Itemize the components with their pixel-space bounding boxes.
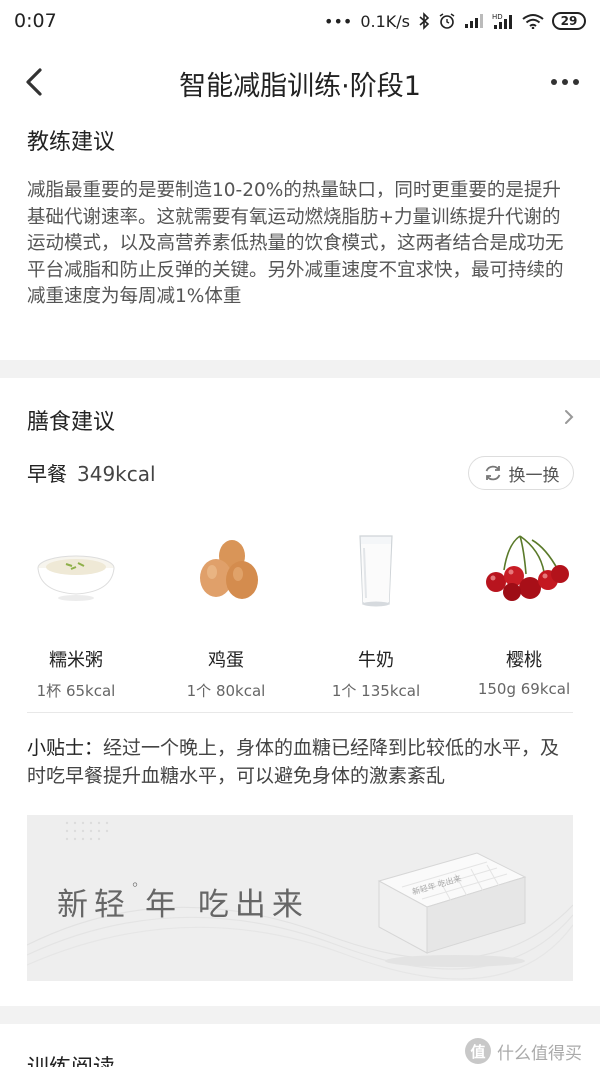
banner-slogan: 新轻°年 吃出来 [57, 879, 309, 924]
alarm-icon [439, 13, 455, 29]
promo-banner[interactable]: 新轻°年 吃出来 新轻年 吃出来 [27, 815, 573, 981]
back-button[interactable] [20, 64, 50, 100]
refresh-icon [485, 465, 500, 481]
section-divider [0, 360, 600, 378]
tip-label: 小贴士： [27, 737, 104, 759]
training-section-title: 训练阅读 [27, 1050, 115, 1067]
food-amount: 1杯 65kcal [36, 682, 116, 700]
milk-glass-icon [359, 535, 393, 607]
meal-kcal: 349kcal [77, 462, 156, 486]
more-icon[interactable] [548, 72, 582, 92]
food-item[interactable]: 糯米粥 1杯 65kcal [16, 530, 136, 701]
food-amount: 150g 69kcal [477, 680, 571, 698]
signal-hd-icon: HD [492, 13, 512, 29]
cherries-icon [486, 535, 569, 601]
food-item[interactable]: 鸡蛋 1个 80kcal [166, 530, 286, 701]
watermark-badge: 值 [465, 1038, 491, 1064]
wifi-icon [522, 14, 544, 29]
battery-icon: 29 [552, 12, 586, 30]
food-name: 鸡蛋 [208, 650, 244, 671]
food-name: 樱桃 [506, 650, 542, 671]
eggs-icon [200, 540, 258, 599]
bluetooth-icon [419, 12, 430, 30]
meal-tip: 小贴士：经过一个晚上，身体的血糖已经降到比较低的水平，及时吃早餐提升血糖水平，可… [27, 734, 575, 790]
chevron-right-icon[interactable] [562, 404, 576, 430]
banner-degree: ° [131, 879, 145, 898]
food-amount: 1个 80kcal [186, 682, 266, 700]
coach-section-title: 教练建议 [27, 130, 116, 155]
svg-text:HD: HD [492, 13, 503, 21]
network-speed: 0.1K/s [360, 11, 410, 31]
banner-text-a: 新轻 [57, 887, 131, 923]
coach-advice-text: 减脂最重要的是要制造10-20%的热量缺口，同时更重要的是提升基础代谢速率。这就… [27, 180, 564, 307]
watermark: 值 什么值得买 [465, 1038, 582, 1064]
porridge-bowl-icon [37, 555, 115, 601]
food-name: 牛奶 [358, 650, 394, 671]
section-divider [0, 1006, 600, 1024]
food-amount: 1个 135kcal [331, 682, 421, 700]
food-item[interactable]: 樱桃 150g 69kcal [464, 530, 584, 698]
page-title: 智能减脂训练·阶段1 [179, 71, 421, 102]
swap-label: 换一换 [508, 465, 560, 486]
divider [27, 712, 573, 713]
swap-button[interactable]: 换一换 [468, 456, 574, 490]
meal-summary: 早餐 349kcal [27, 458, 156, 487]
status-icons: ••• 0.1K/s HD 29 [324, 12, 586, 31]
signal-icon [465, 14, 483, 28]
tip-text: 经过一个晚上，身体的血糖已经降到比较低的水平，及时吃早餐提升血糖水平，可以避免身… [27, 737, 560, 787]
nav-bar: 智能减脂训练·阶段1 [0, 50, 600, 114]
status-bar: 0:07 ••• 0.1K/s HD 29 [0, 0, 600, 42]
status-time: 0:07 [14, 10, 57, 32]
status-dots: ••• [324, 11, 353, 31]
diet-section-title: 膳食建议 [27, 410, 116, 435]
food-item[interactable]: 牛奶 1个 135kcal [316, 530, 436, 701]
meal-name: 早餐 [27, 462, 67, 486]
watermark-text: 什么值得买 [497, 1043, 582, 1064]
food-name: 糯米粥 [49, 650, 103, 671]
banner-text-b: 年 吃出来 [145, 887, 309, 923]
